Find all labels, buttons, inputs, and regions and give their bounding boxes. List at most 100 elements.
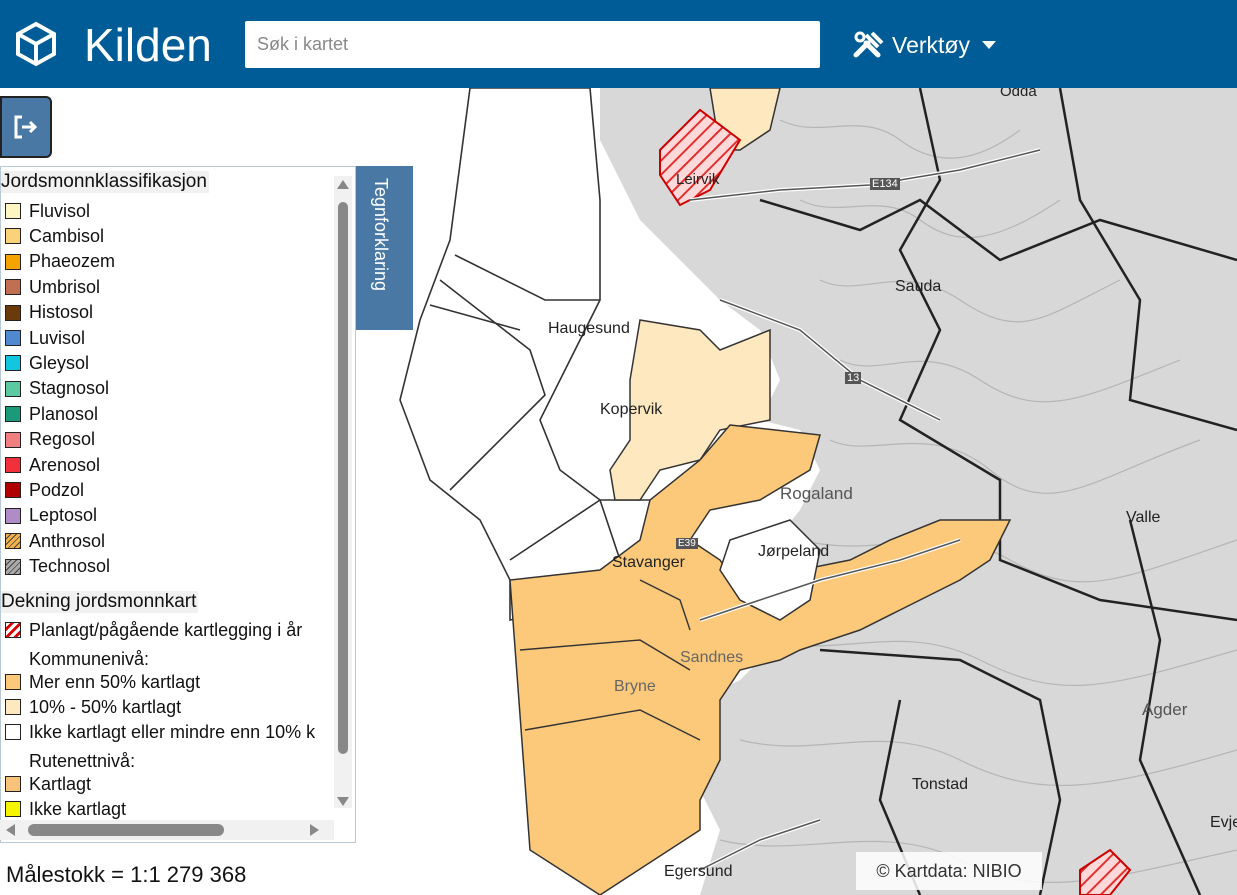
legend-panel: Jordsmonnklassifikasjon Fluvisol Cambisol… <box>0 166 356 843</box>
legend-item: Anthrosol <box>5 530 105 552</box>
legend-item-label: Podzol <box>29 479 85 500</box>
legend-item: Umbrisol <box>5 276 100 298</box>
legend-item-label: Luvisol <box>29 327 86 348</box>
place-label-jorpeland: Jørpeland <box>758 543 830 560</box>
legend-item: Histosol <box>5 302 93 324</box>
road-label-13: 13 <box>845 372 862 384</box>
place-label-bryne: Bryne <box>614 678 656 695</box>
legend-swatch <box>5 482 21 499</box>
tools-label: Verktøy <box>892 31 970 58</box>
map-search-input[interactable] <box>245 21 820 68</box>
legend-tab[interactable]: Tegnforklaring <box>356 166 413 330</box>
sign-out-icon <box>14 115 38 139</box>
legend-item-label: Cambisol <box>29 225 105 246</box>
coverage-title: Dekning jordsmonnkart <box>1 591 199 613</box>
place-label-valle: Valle <box>1126 509 1161 526</box>
legend-item: Cambisol <box>5 225 104 247</box>
grid-label: Rutenettnivå: <box>29 751 136 771</box>
legend-item: Mer enn 50% kartlagt <box>5 671 200 693</box>
legend-item-label: Phaeozem <box>29 251 116 272</box>
legend-swatch <box>5 406 21 423</box>
place-label-tonstad: Tonstad <box>912 776 969 793</box>
app-title[interactable]: Kilden <box>84 18 212 72</box>
legend-item: Phaeozem <box>5 251 115 273</box>
legend-item-label: Regosol <box>29 429 96 450</box>
legend-item-label: Leptosol <box>29 505 98 526</box>
scroll-right-arrow[interactable] <box>310 824 319 836</box>
legend-item: 10% - 50% kartlagt <box>5 696 181 718</box>
legend-item-label: Fluvisol <box>29 200 91 221</box>
legend-item-label: Mer enn 50% kartlagt <box>29 671 201 692</box>
legend-swatch <box>5 330 21 346</box>
road-label-e134: E134 <box>870 178 900 190</box>
legend-item: Ikke kartlagt <box>5 798 126 820</box>
legend-item-label: Ikke kartlagt <box>29 798 127 819</box>
top-header: Kilden Verktøy <box>0 0 1237 88</box>
legend-item: Ikke kartlagt eller mindre enn 10% k <box>5 721 315 743</box>
legend-item-label: Anthrosol <box>29 530 106 551</box>
place-label-leirvik: Leirvik <box>676 171 720 188</box>
chevron-down-icon <box>981 41 996 49</box>
legend-vertical-scroll-thumb[interactable] <box>338 202 348 754</box>
municipality-label: Kommunenivå: <box>29 649 150 669</box>
place-label-sauda: Sauda <box>895 278 942 295</box>
legend-item: Stagnosol <box>5 378 109 400</box>
kilden-logo-icon[interactable] <box>12 20 60 68</box>
legend-item: Regosol <box>5 429 95 451</box>
scroll-down-arrow[interactable] <box>337 797 349 806</box>
legend-item: Fluvisol <box>5 200 90 222</box>
legend-item-label: Planosol <box>29 403 99 424</box>
legend-item-label: Planlagt/pågående kartlegging i år <box>29 619 303 640</box>
legend-swatch <box>5 724 21 740</box>
legend-item: Leptosol <box>5 505 97 527</box>
tools-menu-button[interactable]: Verktøy <box>852 28 996 62</box>
legend-item-label: Arenosol <box>29 454 101 475</box>
legend-item: Gleysol <box>5 352 89 374</box>
legend-item-label: Gleysol <box>29 352 90 373</box>
scroll-up-arrow[interactable] <box>337 180 349 189</box>
legend-item: Arenosol <box>5 454 100 476</box>
legend-swatch <box>5 776 21 792</box>
legend-swatch <box>5 304 21 321</box>
legend-horizontal-scroll-thumb[interactable] <box>28 824 224 836</box>
legend-tab-label: Tegnforklaring <box>371 178 391 292</box>
legend-item-label: Ikke kartlagt eller mindre enn 10% k <box>29 721 316 742</box>
legend-swatch <box>5 253 21 270</box>
place-label-stavanger: Stavanger <box>612 554 685 571</box>
place-label-rogaland: Rogaland <box>780 484 853 503</box>
legend-item-label: Kartlagt <box>29 773 92 794</box>
legend-swatch <box>5 674 21 690</box>
legend-item-label: Stagnosol <box>29 378 110 399</box>
legend-swatch <box>5 380 21 397</box>
scale-readout: Målestokk = 1:1 279 368 <box>6 862 247 888</box>
legend-swatch <box>5 699 21 715</box>
legend-item-label: Technosol <box>29 556 111 577</box>
toggle-panel-button[interactable] <box>0 96 52 158</box>
legend-item-label: 10% - 50% kartlagt <box>29 696 182 717</box>
legend-item-label: Histosol <box>29 302 94 323</box>
legend-swatch <box>5 431 21 448</box>
place-label-haugesund: Haugesund <box>548 320 630 337</box>
legend-swatch <box>5 533 21 550</box>
map-attribution: © Kartdata: NIBIO <box>856 852 1042 890</box>
legend-swatch <box>5 558 21 575</box>
scroll-left-arrow[interactable] <box>6 824 15 836</box>
legend-swatch <box>5 457 21 473</box>
legend-item: Planosol <box>5 403 98 425</box>
place-label-agder: Agder <box>1142 700 1188 719</box>
place-label-egersund: Egersund <box>664 863 733 880</box>
place-label-kopervik: Kopervik <box>600 401 663 418</box>
classification-title: Jordsmonnklassifikasjon <box>1 171 209 193</box>
legend-item-label: Umbrisol <box>29 276 101 297</box>
legend-swatch <box>5 507 21 524</box>
legend-swatch <box>5 355 21 372</box>
legend-swatch <box>5 279 21 296</box>
legend-item: Luvisol <box>5 327 85 349</box>
road-label-e39: E39 <box>676 538 698 549</box>
legend-swatch <box>5 228 21 245</box>
planned-hatch-swatch <box>5 622 21 638</box>
legend-item-planned: Planlagt/pågående kartlegging i år <box>5 619 302 641</box>
legend-item: Technosol <box>5 556 110 578</box>
tools-icon <box>853 31 884 58</box>
legend-item: Podzol <box>5 479 84 501</box>
